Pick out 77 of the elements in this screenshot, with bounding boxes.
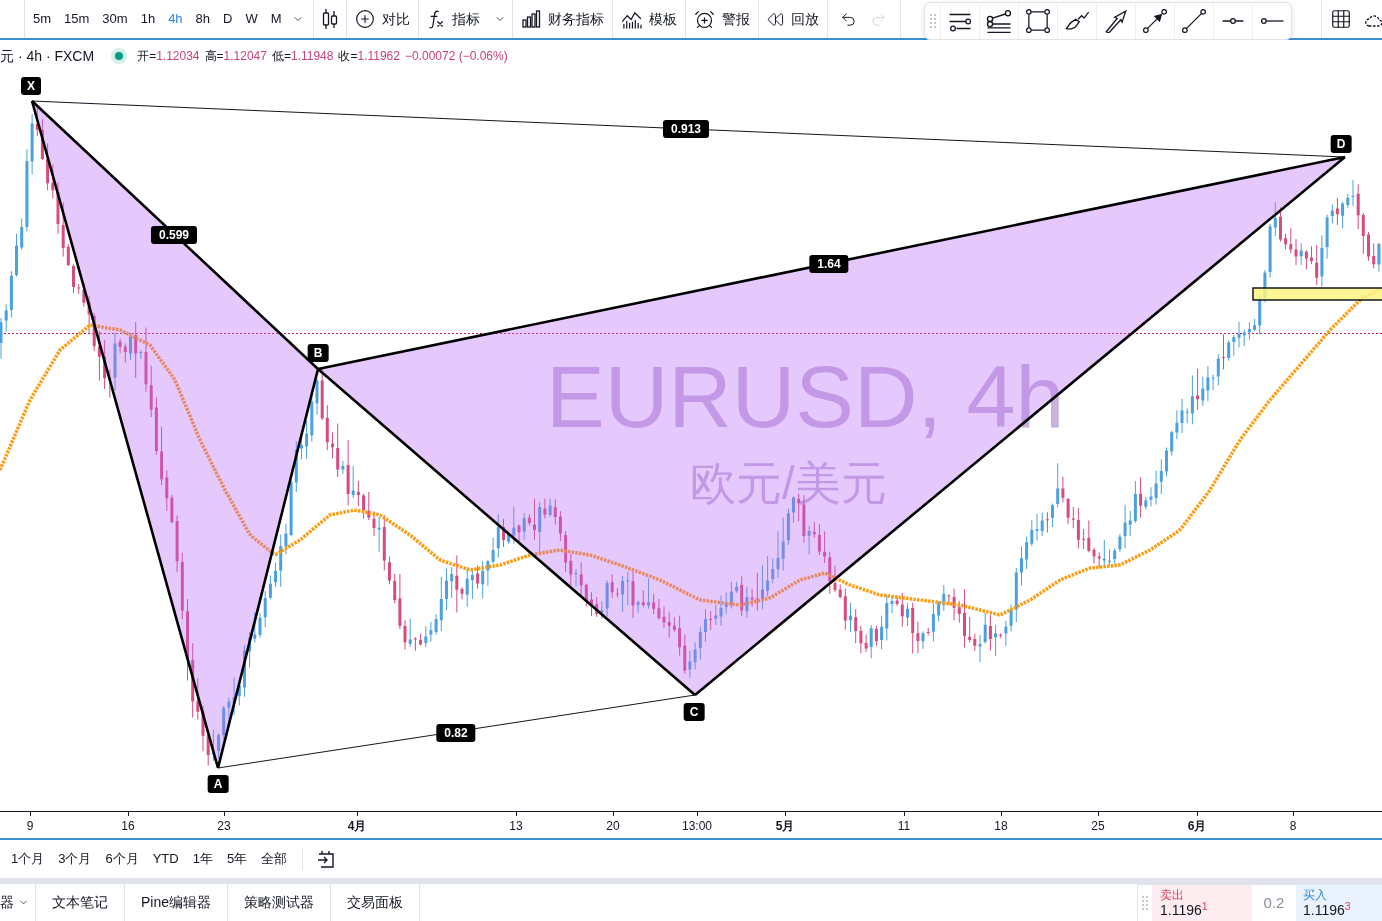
interval-button[interactable]: 1h xyxy=(134,5,162,33)
function-icon xyxy=(426,9,445,29)
pattern-ratio-label: 0.599 xyxy=(151,226,197,244)
time-axis-label: 4月 xyxy=(347,818,367,834)
pattern-ratio-label: 1.64 xyxy=(809,255,849,273)
spread-value: 0.2 xyxy=(1262,892,1286,913)
pattern-ratio-label: 0.82 xyxy=(436,724,476,742)
time-axis-label: 5月 xyxy=(775,818,795,834)
interval-button[interactable]: 30m xyxy=(96,5,134,33)
time-axis-label: 8 xyxy=(1289,818,1297,834)
interval-button[interactable]: 15m xyxy=(58,5,96,33)
ohlc-value: 高=1.12047 xyxy=(204,48,267,65)
panel-tab[interactable]: Pine编辑器 xyxy=(125,884,229,921)
price-change: −0.00072 (−0.06%) xyxy=(404,48,508,65)
date-range-button[interactable]: 5年 xyxy=(219,846,255,872)
date-range-button[interactable]: 1年 xyxy=(185,846,220,872)
bar-chart-icon xyxy=(520,9,541,29)
ohlc-value: 开=1.12034 xyxy=(137,48,200,65)
horizontal-ray-icon xyxy=(1260,18,1284,24)
toolbar-button[interactable]: 指标 xyxy=(418,0,488,38)
brush-icon xyxy=(1064,11,1090,31)
interval-button[interactable]: W xyxy=(239,5,264,33)
line-with-levels-icon xyxy=(986,9,1012,33)
symbol-title: 元 · 4h · FXCM xyxy=(0,46,95,66)
drag-handle-icon[interactable] xyxy=(929,14,936,28)
toolbar-button[interactable]: 财务指标 xyxy=(512,0,612,38)
rectangle-icon xyxy=(1026,9,1050,33)
time-axis-label: 13:00 xyxy=(682,818,712,834)
grid-icon xyxy=(1330,8,1352,30)
ohlc-value: 收=1.11962 xyxy=(338,48,400,65)
pattern-point-label: B xyxy=(307,344,329,362)
pattern-ratio-label: 0.913 xyxy=(663,120,709,138)
buy-button[interactable]: 买入 1.1196$^{3}$ xyxy=(1296,885,1382,921)
interval-button[interactable]: D xyxy=(217,5,239,33)
date-range-button[interactable]: 1个月 xyxy=(4,846,52,872)
time-axis-label: 6月 xyxy=(1187,818,1207,834)
date-range-button[interactable]: 3个月 xyxy=(51,846,99,872)
arrow-icon xyxy=(1105,9,1127,33)
time-axis-label: 23 xyxy=(217,818,231,834)
line-segment-icon xyxy=(1182,9,1206,33)
panel-tab[interactable]: 交易面板 xyxy=(331,884,421,921)
time-axis-label: 13 xyxy=(509,818,523,834)
rewind-icon xyxy=(766,10,784,28)
alarm-clock-icon xyxy=(693,8,715,30)
candles-icon xyxy=(321,8,338,30)
toolbar-button[interactable]: 回放 xyxy=(758,0,827,38)
toolbar-button[interactable]: 对比 xyxy=(346,0,418,38)
pattern-point-label: X xyxy=(21,77,41,95)
horizontal-segment-icon xyxy=(1222,18,1244,24)
circle-plus-icon xyxy=(354,9,375,29)
ohlc-value: 低=1.11948 xyxy=(271,48,334,65)
interval-button[interactable]: 5m xyxy=(27,5,58,33)
date-range-button[interactable]: 6个月 xyxy=(98,846,146,872)
date-range-button[interactable]: YTD xyxy=(145,846,186,872)
interval-button[interactable]: 4h xyxy=(162,5,189,33)
time-axis-label: 16 xyxy=(121,818,135,834)
date-range-button[interactable]: 全部 xyxy=(254,846,295,872)
interval-button[interactable]: M xyxy=(264,5,288,33)
pattern-point-label: A xyxy=(207,775,229,793)
time-axis-label: 20 xyxy=(606,818,620,834)
panel-tab[interactable]: 文本笔记 xyxy=(36,884,125,921)
panel-tab[interactable]: 器 xyxy=(0,884,36,921)
interval-button[interactable]: 8h xyxy=(189,5,217,33)
drag-handle-icon[interactable] xyxy=(1142,896,1148,910)
time-axis-label: 9 xyxy=(26,818,34,834)
sell-button[interactable]: 卖出 1.1196$^{1}$ xyxy=(1152,885,1252,921)
chart-template-icon xyxy=(620,9,642,29)
time-axis-label: 25 xyxy=(1091,818,1105,834)
calendar-arrow-icon xyxy=(317,850,336,868)
pattern-point-label: C xyxy=(683,703,705,721)
time-axis-label: 11 xyxy=(897,818,911,834)
toolbar-button[interactable]: 模板 xyxy=(612,0,685,38)
toolbar-button[interactable]: 警报 xyxy=(685,0,758,38)
arrow-line-icon xyxy=(1143,9,1167,33)
pattern-point-label: D xyxy=(1330,135,1352,153)
panel-tab[interactable]: 策略测试器 xyxy=(228,884,332,921)
time-axis-label: 18 xyxy=(994,818,1008,834)
